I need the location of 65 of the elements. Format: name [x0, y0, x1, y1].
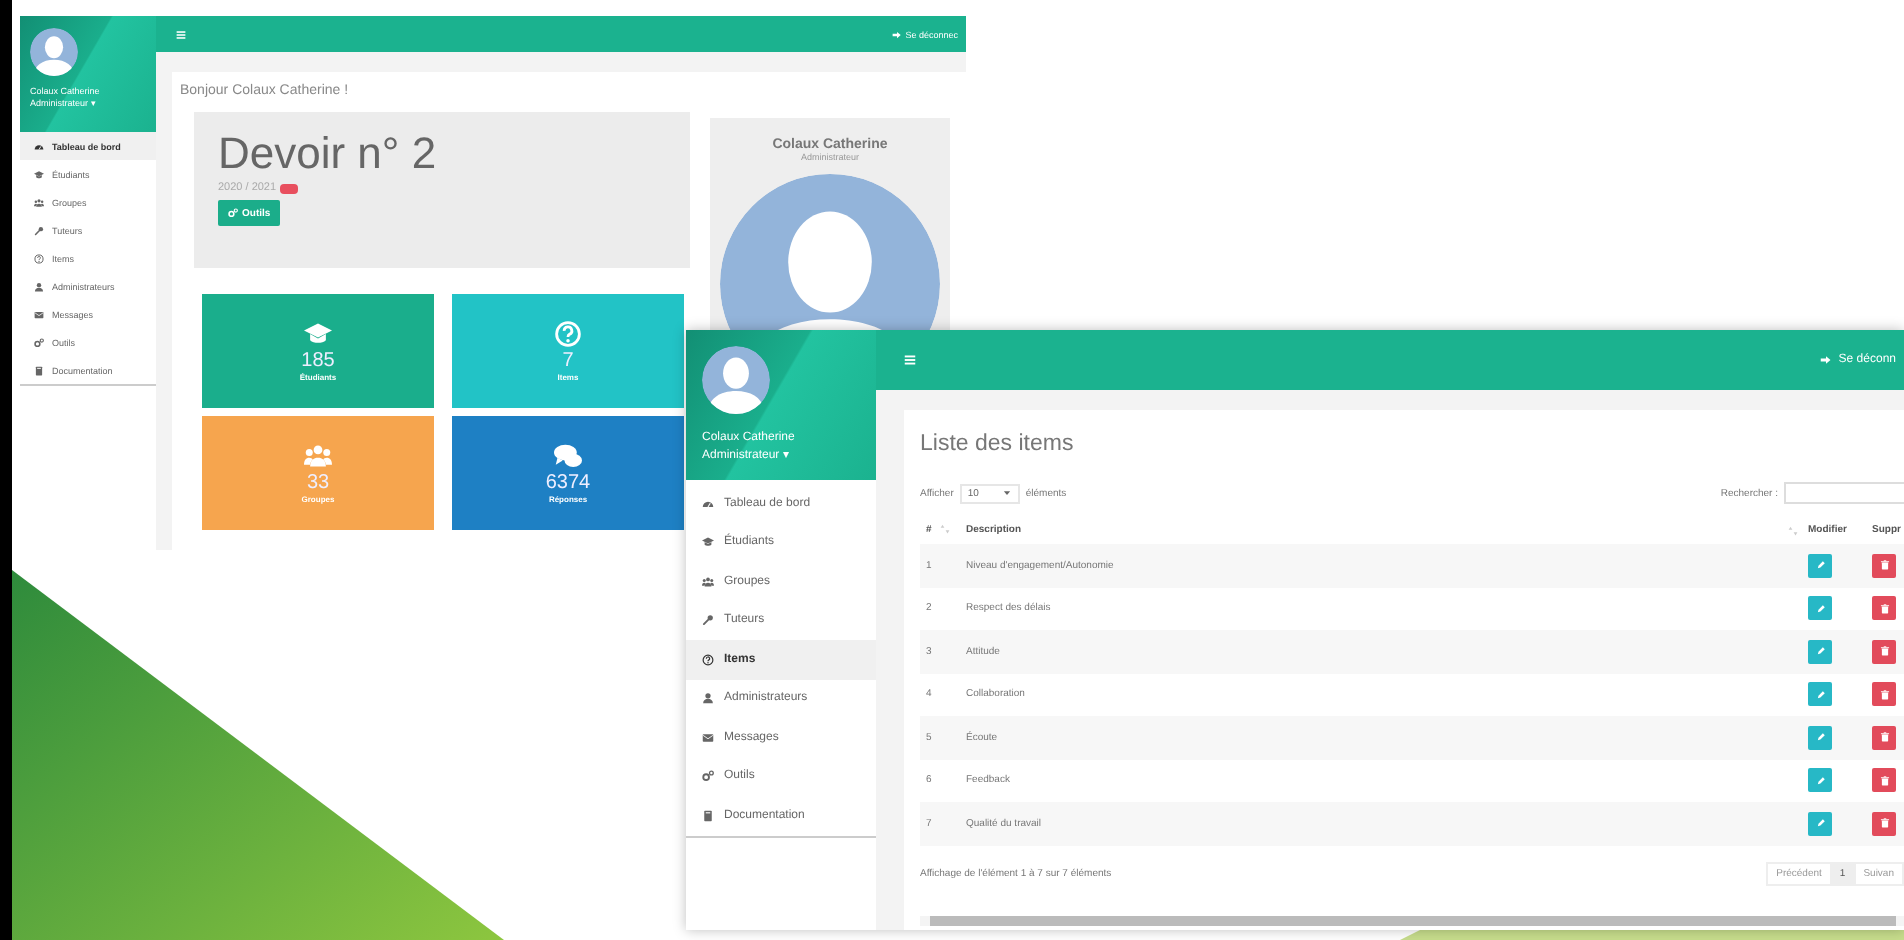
- pencil-icon: [1815, 646, 1825, 657]
- graduation-cap-icon: [702, 536, 714, 549]
- stat-value: 7: [562, 350, 574, 372]
- pencil-icon: [1815, 732, 1825, 743]
- delete-button[interactable]: [1872, 596, 1896, 621]
- question-icon: [34, 253, 44, 263]
- avatar: [30, 28, 78, 76]
- group-icon: [34, 197, 44, 207]
- group-icon: [702, 575, 714, 588]
- gears-icon: [34, 337, 44, 347]
- edit-button[interactable]: [1808, 725, 1832, 750]
- delete-button[interactable]: [1872, 682, 1896, 707]
- trash-icon: [1879, 818, 1889, 829]
- gears-icon: [702, 770, 714, 783]
- gears-icon: [228, 208, 238, 218]
- stat-value: 33: [306, 472, 330, 494]
- edit-button[interactable]: [1808, 811, 1832, 836]
- question-icon: [702, 653, 714, 666]
- trash-icon: [1879, 560, 1889, 571]
- stat-value: 6374: [545, 472, 591, 494]
- trash-icon: [1879, 732, 1889, 743]
- logout-icon: [1820, 354, 1833, 366]
- stat-value: 185: [301, 350, 335, 372]
- delete-button[interactable]: [1872, 811, 1896, 836]
- graduation-cap-icon: [304, 320, 332, 348]
- edit-button[interactable]: [1808, 596, 1832, 621]
- delete-button[interactable]: [1872, 639, 1896, 664]
- pencil-icon: [1815, 603, 1825, 614]
- pencil-icon: [1815, 560, 1825, 571]
- delete-button[interactable]: [1872, 553, 1896, 578]
- edit-button[interactable]: [1808, 768, 1832, 793]
- edit-button[interactable]: [1808, 639, 1832, 664]
- gauge-icon: [702, 497, 714, 510]
- assignment-title: Devoir n° 2: [218, 130, 439, 178]
- delete-button[interactable]: [1872, 725, 1896, 750]
- trash-icon: [1879, 603, 1889, 614]
- group-icon: [304, 442, 332, 470]
- search-field[interactable]: [1784, 482, 1904, 504]
- edit-button[interactable]: [1808, 553, 1832, 578]
- envelope-icon: [702, 731, 714, 744]
- caret-icon: [1001, 488, 1012, 498]
- pencil-icon: [1815, 775, 1825, 786]
- menu-icon: [904, 354, 916, 366]
- delete-button[interactable]: [1872, 768, 1896, 793]
- menu-icon: [176, 29, 186, 39]
- pencil-icon: [1815, 818, 1825, 829]
- gauge-icon: [34, 141, 44, 151]
- book-icon: [34, 365, 44, 375]
- status-badge: [280, 183, 299, 193]
- wrench-icon: [702, 614, 714, 627]
- question-icon: [554, 320, 582, 348]
- person-icon: [702, 692, 714, 705]
- trash-icon: [1879, 646, 1889, 657]
- edit-button[interactable]: [1808, 682, 1832, 707]
- speech-bubbles-icon: [554, 442, 582, 470]
- book-icon: [702, 809, 714, 822]
- graduation-cap-icon: [34, 169, 44, 179]
- logout-icon: [891, 29, 902, 39]
- trash-icon: [1879, 775, 1889, 786]
- person-icon: [34, 281, 44, 291]
- page-title: Liste des items: [920, 432, 1076, 456]
- wrench-icon: [34, 225, 44, 235]
- trash-icon: [1879, 689, 1889, 700]
- pencil-icon: [1815, 689, 1825, 700]
- envelope-icon: [34, 309, 44, 319]
